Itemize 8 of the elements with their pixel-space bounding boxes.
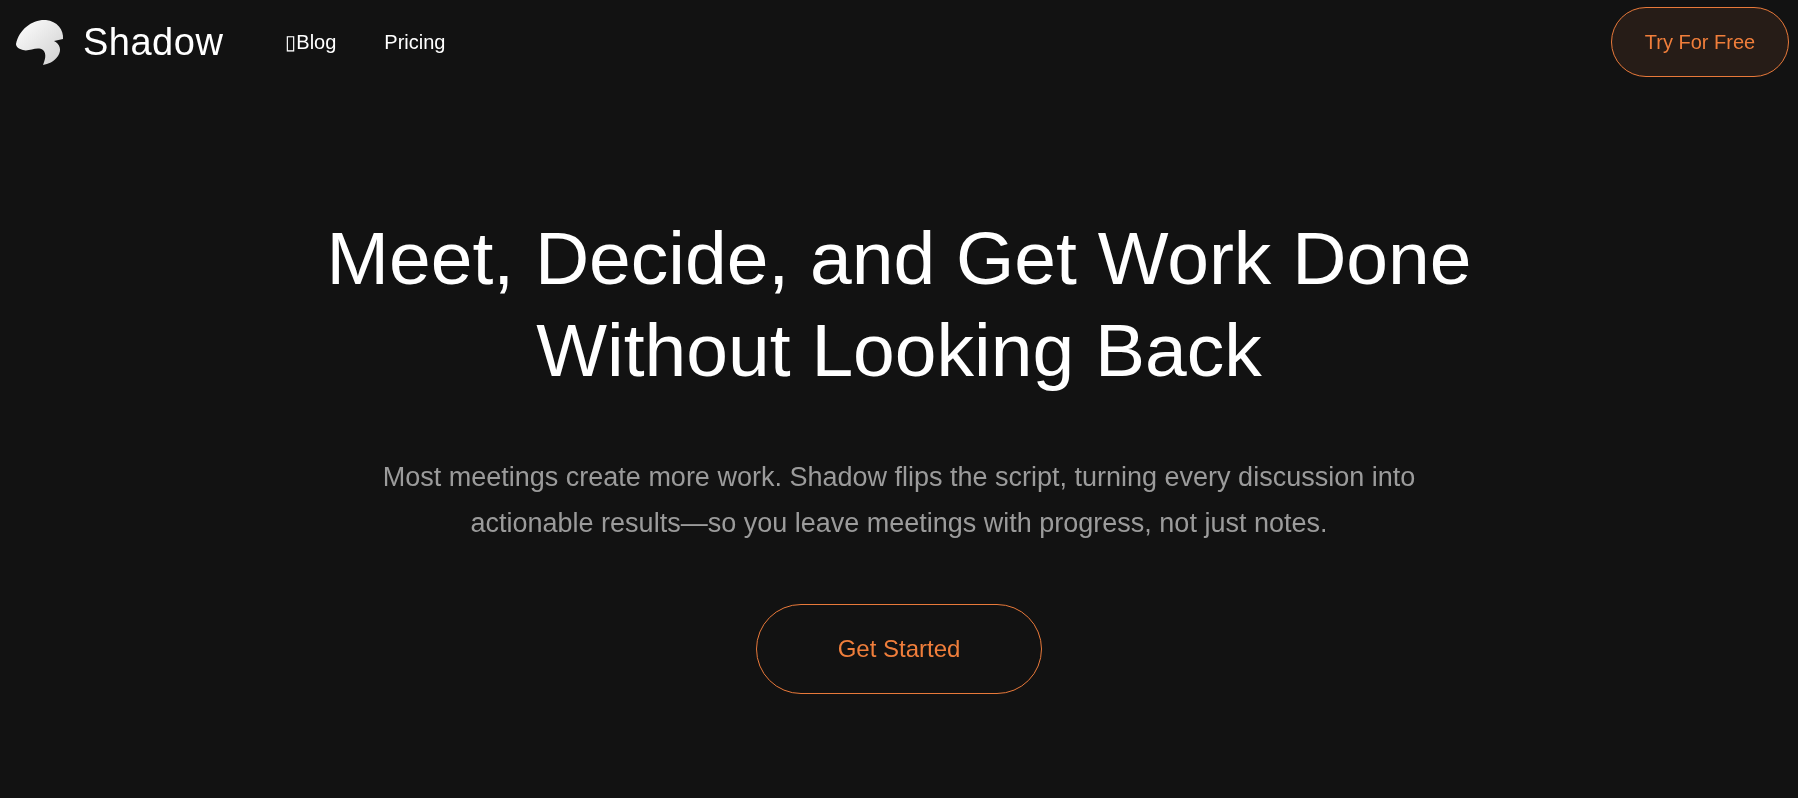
try-for-free-button[interactable]: Try For Free (1611, 7, 1789, 77)
brand-name[interactable]: Shadow (83, 23, 224, 61)
get-started-button[interactable]: Get Started (756, 604, 1042, 694)
logo-icon[interactable] (15, 18, 65, 66)
hero-subtitle: Most meetings create more work. Shadow flips the script, turning every discussion into actionable results—so you leave meetings with progress, not just notes. (381, 461, 1417, 540)
hero-headline: Meet, Decide, and Get Work Done Without Looking Back (325, 215, 1473, 394)
nav-link[interactable]: Pricing (384, 32, 446, 52)
nav-link[interactable]: ▯Blog (285, 32, 337, 52)
